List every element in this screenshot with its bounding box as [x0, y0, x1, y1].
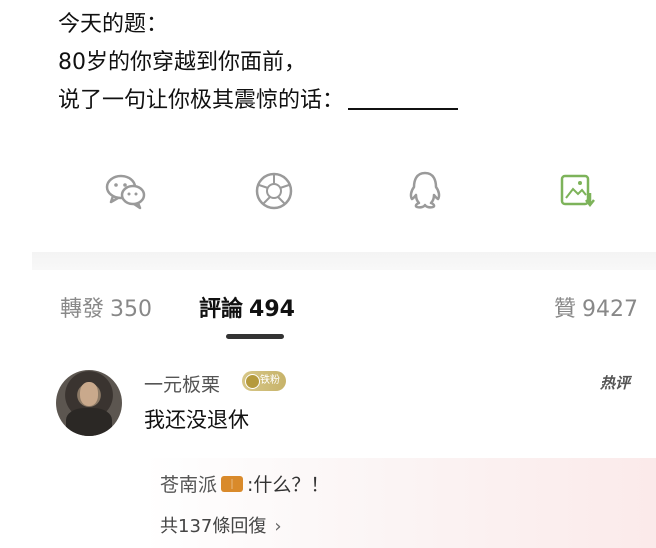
section-divider [32, 252, 656, 270]
post-content: 今天的题： 80岁的你穿越到你面前， 说了一句让你极其震惊的话： [58, 6, 459, 120]
tab-repost[interactable]: 轉發 350 [60, 292, 152, 328]
fan-badge: 铁粉 [242, 371, 286, 391]
reply-username[interactable]: 苍南派 [160, 474, 217, 496]
reply-preview[interactable]: 苍南派 :什么？！ 共137條回復 › [144, 458, 656, 548]
share-qq-button[interactable] [402, 168, 448, 214]
share-moments-button[interactable] [251, 168, 297, 214]
wechat-icon [105, 174, 146, 210]
post-line-3-text: 说了一句让你极其震惊的话： [58, 88, 345, 113]
avatar-body [66, 408, 112, 436]
active-tab-indicator [226, 334, 284, 339]
reply-count-text: 共137條回復 [160, 516, 267, 537]
tab-comment-label: 評論 [199, 297, 244, 322]
share-wechat-button[interactable] [103, 168, 149, 214]
reply-user-badge-icon [221, 475, 244, 492]
comment-text: 我还没退休 [144, 408, 249, 432]
post-line-3: 说了一句让你极其震惊的话： [58, 82, 459, 120]
moments-icon [255, 172, 293, 210]
post-line-1: 今天的题： [58, 12, 169, 37]
tab-like[interactable]: 贊 9427 [554, 292, 638, 328]
reply-line: 苍南派 :什么？！ [160, 470, 329, 497]
comment-username[interactable]: 一元板栗 [144, 370, 220, 397]
save-image-button[interactable] [554, 168, 600, 214]
fan-badge-icon [245, 374, 260, 389]
tab-like-label: 贊 [553, 297, 576, 322]
tab-repost-count: 350 [110, 297, 153, 322]
reply-text: :什么？！ [247, 474, 330, 496]
tab-comment[interactable]: 評論 494 [199, 292, 295, 328]
save-image-icon [560, 174, 595, 208]
tab-bar: 轉發 350 評論 494 贊 9427 [0, 292, 656, 332]
qq-icon [409, 171, 441, 209]
fan-badge-text: 铁粉 [260, 375, 280, 386]
share-row [0, 168, 656, 214]
avatar-face [80, 382, 98, 406]
fill-in-blank [348, 108, 459, 110]
view-replies-link[interactable]: 共137條回復 › [160, 512, 282, 538]
tab-repost-label: 轉發 [60, 297, 105, 322]
avatar[interactable] [56, 370, 122, 436]
hot-comment-label: 热评 [599, 374, 630, 392]
chevron-right-icon: › [274, 516, 282, 537]
tab-comment-count: 494 [249, 297, 295, 322]
tab-like-count: 9427 [582, 297, 638, 322]
post-line-2: 80岁的你穿越到你面前， [58, 50, 306, 75]
